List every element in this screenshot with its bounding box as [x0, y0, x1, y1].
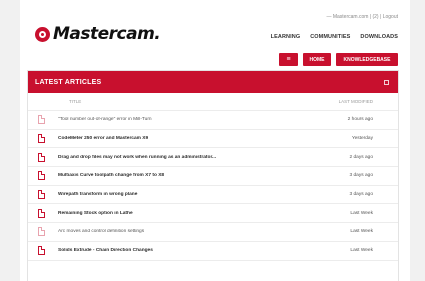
article-row[interactable]: Drag and drop files may not work when ru…	[28, 148, 398, 168]
article-title-link[interactable]: Drag and drop files may not work when ru…	[58, 155, 350, 160]
nav-learning[interactable]: LEARNING	[271, 34, 301, 40]
document-icon	[38, 152, 45, 162]
col-modified-header[interactable]: LAST MODIFIED	[339, 99, 373, 104]
document-icon	[38, 246, 45, 256]
latest-articles-panel: LATEST ARTICLES TITLE LAST MODIFIED "Too…	[27, 70, 399, 281]
main-nav: LEARNING COMMUNITIES DOWNLOADS	[271, 34, 398, 40]
article-row[interactable]: CodeMeter 250 error and Mastercam X9 Yest…	[28, 130, 398, 149]
article-row[interactable]: "Tool number out-of-range" error in Mill…	[28, 111, 398, 130]
section-buttons: ≡ HOME KNOWLEDGEBASE	[279, 53, 398, 66]
article-title-link[interactable]: "Tool number out-of-range" error in Mill…	[58, 117, 348, 122]
page: — Mastercam.com | (2) | Logout Mastercam…	[0, 0, 425, 281]
article-list: "Tool number out-of-range" error in Mill…	[28, 111, 398, 261]
article-date: Last Week	[350, 210, 373, 216]
article-date: 3 days ago	[349, 173, 373, 179]
logout-link[interactable]: Logout	[383, 14, 398, 20]
article-title-link[interactable]: Solids Extrude - Chain Direction Changes	[58, 248, 350, 253]
document-icon	[38, 190, 45, 200]
collapse-icon[interactable]	[384, 79, 389, 85]
home-button[interactable]: HOME	[303, 53, 331, 66]
panel-header: LATEST ARTICLES	[28, 71, 398, 93]
article-title-link[interactable]: Multiaxis Curve toolpath change from X7 …	[58, 173, 350, 178]
menu-button[interactable]: ≡	[279, 53, 298, 66]
hamburger-icon: ≡	[286, 56, 291, 63]
column-headers: TITLE LAST MODIFIED	[28, 93, 398, 111]
document-icon	[38, 115, 45, 125]
knowledgebase-button[interactable]: KNOWLEDGEBASE	[336, 53, 398, 66]
article-date: Last Week	[350, 229, 373, 235]
article-row[interactable]: Remaining Stock option in Lathe Last Week	[28, 204, 398, 224]
document-icon	[38, 171, 45, 181]
article-date: 2 days ago	[349, 154, 373, 160]
article-row[interactable]: Solids Extrude - Chain Direction Changes…	[28, 242, 398, 261]
panel-title: LATEST ARTICLES	[35, 78, 102, 86]
article-date: Last Week	[350, 248, 373, 254]
article-date: Yesterday	[351, 136, 373, 142]
notifications-link[interactable]: (2)	[372, 14, 378, 20]
document-icon	[38, 208, 45, 218]
nav-downloads[interactable]: DOWNLOADS	[360, 34, 398, 40]
article-title-link[interactable]: Arc moves and control definition setting…	[58, 229, 350, 234]
article-row[interactable]: Arc moves and control definition setting…	[28, 223, 398, 242]
logo-text: Mastercam.	[53, 24, 161, 44]
nav-communities[interactable]: COMMUNITIES	[310, 34, 350, 40]
logo-mark-icon	[35, 26, 50, 42]
article-title-link[interactable]: Wirepath transform in wrong plane	[58, 192, 350, 197]
mastercam-logo[interactable]: Mastercam.	[35, 24, 161, 44]
account-link[interactable]: — Mastercam.com	[326, 14, 368, 20]
col-title-header[interactable]: TITLE	[69, 99, 81, 104]
article-date: 3 days ago	[349, 192, 373, 198]
document-icon	[38, 227, 45, 237]
document-icon	[38, 134, 45, 144]
article-row[interactable]: Multiaxis Curve toolpath change from X7 …	[28, 167, 398, 186]
article-date: 2 hours ago	[347, 117, 373, 123]
user-bar: — Mastercam.com | (2) | Logout	[326, 14, 398, 20]
article-row[interactable]: Wirepath transform in wrong plane 3 days …	[28, 186, 398, 205]
separator: |	[380, 14, 382, 20]
separator: |	[369, 14, 372, 20]
article-title-link[interactable]: Remaining Stock option in Lathe	[58, 211, 350, 216]
article-title-link[interactable]: CodeMeter 250 error and Mastercam X9	[58, 136, 352, 141]
